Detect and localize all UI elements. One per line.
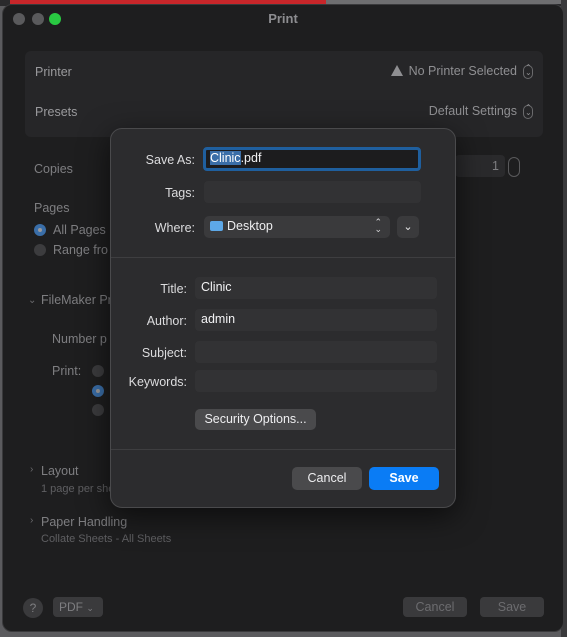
subject-label: Subject: xyxy=(141,346,187,360)
title-bar: Print xyxy=(3,5,563,33)
popup-arrows-icon xyxy=(523,63,533,79)
subject-field[interactable] xyxy=(195,341,437,363)
print-save-button[interactable]: Save xyxy=(480,597,544,617)
pdf-label: PDF xyxy=(59,600,83,614)
cancel-button[interactable]: Cancel xyxy=(292,467,362,490)
popup-arrows-icon: ⌃ ⌄ xyxy=(374,217,382,234)
copies-label: Copies xyxy=(34,162,73,176)
all-pages-label: All Pages xyxy=(53,223,106,237)
filename-selected-text: Clinic xyxy=(210,151,241,165)
print-label: Print: xyxy=(52,364,82,378)
save-dialog: Save As: Clinic.pdf Tags: Where: Desktop… xyxy=(110,128,456,508)
copies-field[interactable]: 1 xyxy=(455,155,505,177)
keywords-field[interactable] xyxy=(195,370,437,392)
pdf-menu-button[interactable]: PDF ⌄ xyxy=(53,597,103,617)
save-as-field[interactable]: Clinic.pdf xyxy=(203,147,421,171)
save-button[interactable]: Save xyxy=(369,467,439,490)
divider xyxy=(111,257,455,258)
printer-popup[interactable]: No Printer Selected xyxy=(390,63,533,79)
where-label: Where: xyxy=(154,221,195,235)
where-value: Desktop xyxy=(227,219,273,233)
layout-section-label[interactable]: Layout xyxy=(41,464,79,478)
printer-value: No Printer Selected xyxy=(408,64,517,78)
presets-value: Default Settings xyxy=(428,104,517,118)
layout-summary: 1 page per she xyxy=(41,483,115,495)
print-option-radio[interactable] xyxy=(92,385,104,397)
author-field[interactable]: admin xyxy=(195,309,437,331)
divider xyxy=(111,449,455,450)
printer-presets-panel: Printer No Printer Selected Presets Defa… xyxy=(25,51,543,137)
printer-label: Printer xyxy=(35,65,72,79)
popup-arrows-icon xyxy=(523,103,533,119)
print-option-radio[interactable] xyxy=(92,404,104,416)
window-title: Print xyxy=(268,11,298,26)
save-as-label: Save As: xyxy=(145,153,195,167)
chevron-down-icon: ⌄ xyxy=(86,603,94,613)
expand-browser-button[interactable]: ⌄ xyxy=(397,216,419,238)
tags-label: Tags: xyxy=(165,186,195,200)
filemaker-section-label[interactable]: FileMaker Pr xyxy=(41,293,112,307)
security-options-button[interactable]: Security Options... xyxy=(195,409,316,430)
keywords-label: Keywords: xyxy=(128,375,187,389)
pages-label: Pages xyxy=(34,201,70,215)
filename-extension: .pdf xyxy=(240,151,262,165)
copies-stepper[interactable] xyxy=(508,157,520,177)
warning-icon xyxy=(390,65,403,76)
paper-handling-summary: Collate Sheets - All Sheets xyxy=(41,533,172,545)
chevron-down-icon: ⌄ xyxy=(403,221,413,233)
chevron-right-icon[interactable]: › xyxy=(30,515,33,526)
number-pages-label: Number p xyxy=(52,332,107,346)
print-option-radio[interactable] xyxy=(92,365,104,377)
paper-handling-section-label[interactable]: Paper Handling xyxy=(41,515,127,529)
chevron-down-icon[interactable]: ⌄ xyxy=(28,295,36,306)
tags-field[interactable] xyxy=(204,181,421,203)
range-radio[interactable] xyxy=(34,244,46,256)
chevron-right-icon[interactable]: › xyxy=(30,464,33,475)
presets-popup[interactable]: Default Settings xyxy=(428,103,533,119)
all-pages-radio[interactable] xyxy=(34,224,46,236)
range-label: Range fro xyxy=(53,243,108,257)
where-popup[interactable]: Desktop ⌃ ⌄ xyxy=(204,216,390,238)
title-label: Title: xyxy=(160,282,187,296)
title-field[interactable]: Clinic xyxy=(195,277,437,299)
author-label: Author: xyxy=(146,314,187,328)
presets-label: Presets xyxy=(35,105,78,119)
folder-icon xyxy=(210,221,223,231)
print-cancel-button[interactable]: Cancel xyxy=(403,597,467,617)
help-button[interactable]: ? xyxy=(23,598,43,618)
